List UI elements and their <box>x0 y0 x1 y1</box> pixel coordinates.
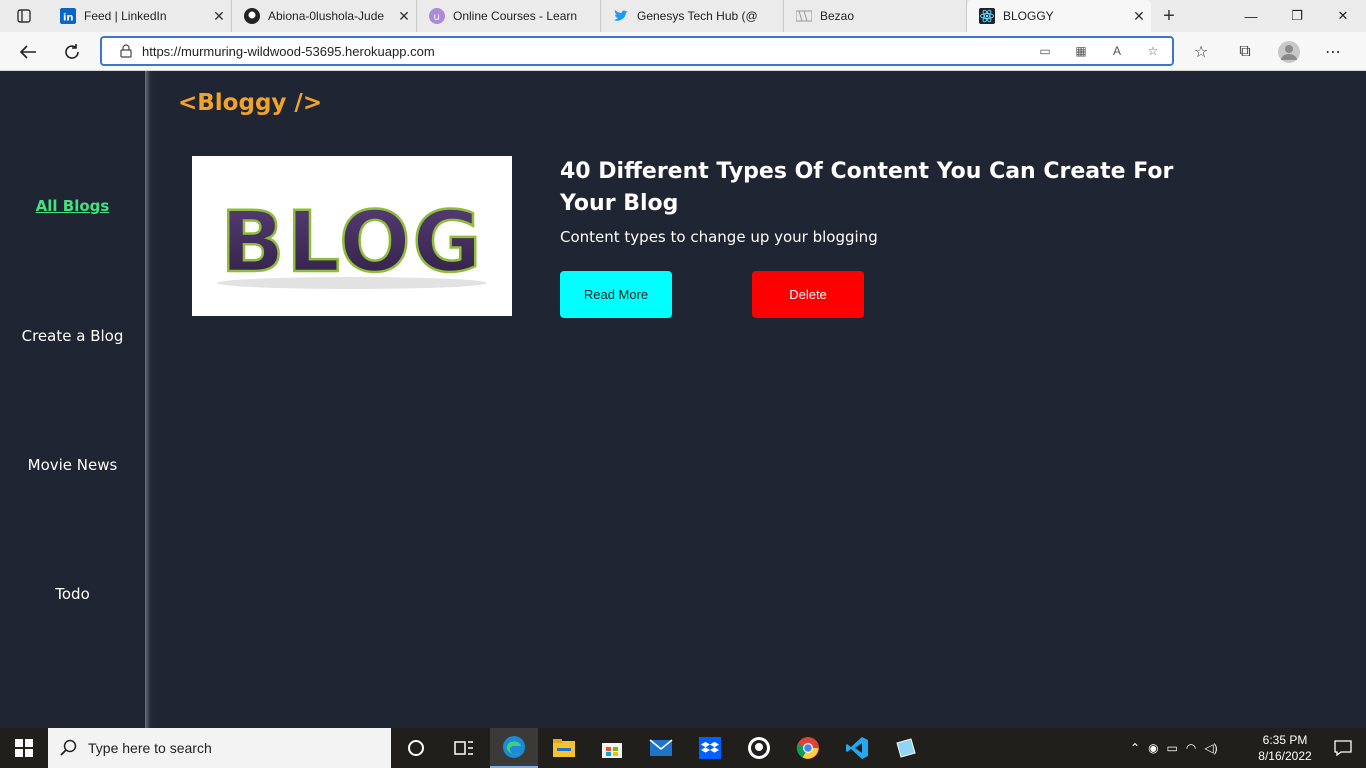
clock-time: 6:35 PM <box>1262 733 1308 747</box>
battery-icon[interactable]: ▭ <box>1167 741 1178 755</box>
chevron-up-icon[interactable]: ⌃ <box>1130 741 1140 755</box>
lock-icon[interactable] <box>120 44 132 58</box>
tab-bezao[interactable]: Bezao <box>784 0 967 32</box>
svg-text:u: u <box>434 12 440 23</box>
collections-icon[interactable]: ⧉ <box>1230 38 1260 66</box>
address-bar[interactable]: https://murmuring-wildwood-53695.herokua… <box>100 36 1174 66</box>
tab-title: Abiona-0lushola-Jude <box>268 9 385 23</box>
volume-icon[interactable]: ◁) <box>1204 741 1217 755</box>
delete-button[interactable]: Delete <box>752 271 864 318</box>
twitter-icon <box>613 8 629 24</box>
tab-title: Online Courses - Learn <box>453 9 578 23</box>
file-explorer-icon[interactable] <box>540 728 588 768</box>
wifi-icon[interactable]: ◠ <box>1186 741 1196 755</box>
taskbar-search[interactable]: Type here to search <box>48 728 391 768</box>
close-window-icon[interactable]: ✕ <box>1320 0 1366 32</box>
add-favorite-icon[interactable]: ☆ <box>1142 42 1164 60</box>
nav-all-blogs[interactable]: All Blogs <box>0 197 145 215</box>
task-view-icon[interactable] <box>440 728 488 768</box>
dropbox-icon[interactable] <box>686 728 734 768</box>
favorites-icon[interactable]: ☆ <box>1186 38 1216 66</box>
close-icon[interactable]: ✕ <box>1127 8 1151 25</box>
window-controls: — ❐ ✕ <box>1228 0 1366 32</box>
refresh-icon[interactable] <box>58 38 86 66</box>
tab-title: Genesys Tech Hub (@ <box>637 9 758 23</box>
mail-icon[interactable] <box>637 728 685 768</box>
tab-actions-icon[interactable] <box>0 0 48 32</box>
meet-now-icon[interactable]: ◉ <box>1148 741 1158 755</box>
close-icon[interactable]: ✕ <box>392 8 416 25</box>
tab-twitter[interactable]: Genesys Tech Hub (@ <box>601 0 784 32</box>
app-available-icon[interactable]: ▭ <box>1034 42 1056 60</box>
sidebar <box>0 71 145 728</box>
nav-create-blog[interactable]: Create a Blog <box>0 327 145 345</box>
more-options-icon[interactable]: ⋯ <box>1318 38 1348 66</box>
nav-movie-news[interactable]: Movie News <box>0 456 145 474</box>
profile-avatar-icon[interactable] <box>1274 38 1304 66</box>
windows-taskbar: Type here to search ⌃ ◉ ▭ ◠ ◁) 6:35 PM 8… <box>0 728 1366 768</box>
qr-code-icon[interactable]: ▦ <box>1070 42 1092 60</box>
browser-toolbar: https://murmuring-wildwood-53695.herokua… <box>0 32 1366 71</box>
chrome-icon[interactable] <box>784 728 832 768</box>
blog-post-image: BLOG <box>192 156 512 316</box>
read-aloud-icon[interactable]: A <box>1106 42 1128 60</box>
tab-title: Bezao <box>820 9 855 23</box>
tab-udemy[interactable]: u Online Courses - Learn <box>417 0 601 32</box>
url-text[interactable]: https://murmuring-wildwood-53695.herokua… <box>142 44 435 59</box>
search-placeholder: Type here to search <box>88 740 212 756</box>
store-icon[interactable] <box>588 728 636 768</box>
cortana-icon[interactable] <box>392 728 440 768</box>
system-clock[interactable]: 6:35 PM 8/16/2022 <box>1250 732 1320 764</box>
edge-icon[interactable] <box>490 728 538 768</box>
github-desktop-icon[interactable] <box>735 728 783 768</box>
read-more-button[interactable]: Read More <box>560 271 672 318</box>
nav-todo[interactable]: Todo <box>0 585 145 603</box>
back-icon[interactable] <box>14 38 42 66</box>
system-tray: ⌃ ◉ ▭ ◠ ◁) <box>1130 728 1218 768</box>
windows-start-icon[interactable] <box>0 728 48 768</box>
minimize-icon[interactable]: — <box>1228 0 1274 32</box>
tab-github[interactable]: Abiona-0lushola-Jude ✕ <box>232 0 417 32</box>
new-tab-icon[interactable]: + <box>1151 5 1187 28</box>
linkedin-icon: in <box>60 8 76 24</box>
browser-tab-bar: in Feed | LinkedIn ✕ Abiona-0lushola-Jud… <box>0 0 1366 32</box>
blog-image-text: BLOG <box>221 193 484 291</box>
notepad-icon[interactable] <box>882 728 930 768</box>
clock-date: 8/16/2022 <box>1258 749 1312 763</box>
tab-title: BLOGGY <box>1003 9 1054 23</box>
sidebar-divider <box>145 71 153 728</box>
vscode-icon[interactable] <box>833 728 881 768</box>
svg-text:in: in <box>63 13 74 24</box>
github-icon <box>244 8 260 24</box>
tab-title: Feed | LinkedIn <box>84 9 167 23</box>
brand-logo[interactable]: <Bloggy /> <box>178 90 322 116</box>
close-icon[interactable]: ✕ <box>207 8 231 25</box>
react-icon <box>979 8 995 24</box>
search-icon <box>60 739 77 756</box>
tab-linkedin[interactable]: in Feed | LinkedIn ✕ <box>48 0 232 32</box>
post-subtitle: Content types to change up your blogging <box>560 228 878 246</box>
post-title: 40 Different Types Of Content You Can Cr… <box>560 159 1174 216</box>
tab-bloggy[interactable]: BLOGGY ✕ <box>967 0 1151 32</box>
udemy-icon: u <box>429 8 445 24</box>
bezao-icon <box>796 8 812 24</box>
notifications-icon[interactable] <box>1320 728 1366 768</box>
restore-icon[interactable]: ❐ <box>1274 0 1320 32</box>
